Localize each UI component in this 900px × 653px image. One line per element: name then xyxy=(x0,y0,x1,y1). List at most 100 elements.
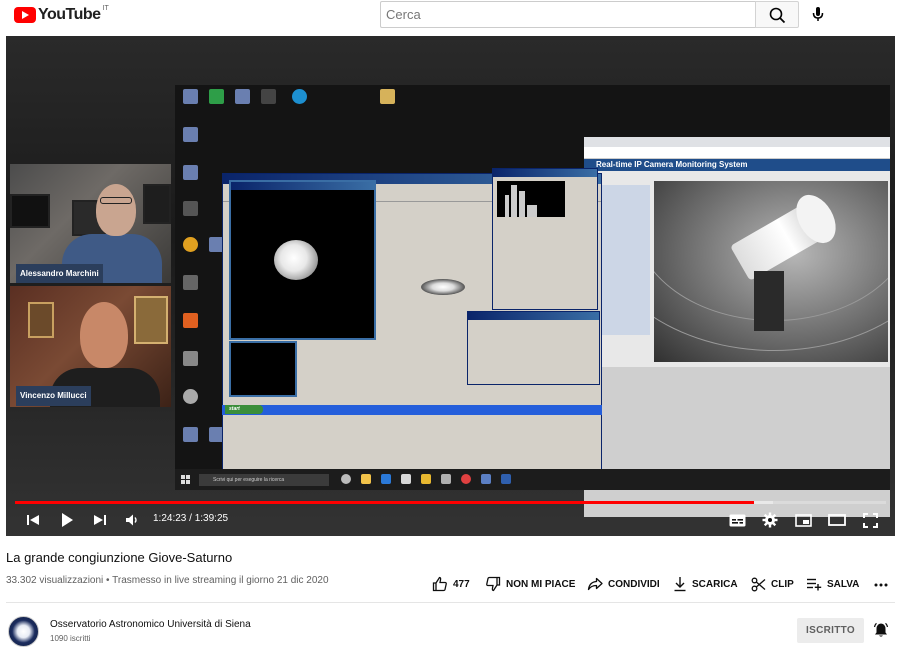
skip-previous-icon xyxy=(27,515,39,525)
xp-start-button: start xyxy=(225,405,263,414)
wall-picture xyxy=(10,194,50,228)
participant-name-tag: Alessandro Marchini xyxy=(16,264,103,283)
played-bar xyxy=(15,501,755,504)
search-icon xyxy=(769,7,786,24)
settings-button[interactable] xyxy=(759,508,781,532)
more-horizontal-icon xyxy=(874,583,888,587)
desktop-icon xyxy=(183,313,198,328)
video-meta: 33.302 visualizzazioni • Trasmesso in li… xyxy=(6,575,329,586)
channel-name[interactable]: Osservatorio Astronomico Università di S… xyxy=(50,619,251,630)
subtitles-icon xyxy=(729,514,745,526)
desktop-icon xyxy=(183,389,198,404)
bell-icon xyxy=(873,622,889,637)
voice-search-button[interactable] xyxy=(806,2,830,26)
desktop-icon xyxy=(209,89,224,104)
youtube-play-icon xyxy=(14,7,36,23)
image-window-small xyxy=(229,341,297,397)
notification-bell-button[interactable] xyxy=(873,622,889,638)
like-button[interactable]: 477 xyxy=(432,573,470,595)
divider xyxy=(6,602,895,603)
play-icon xyxy=(62,513,73,527)
taskbar-search-field: Scrivi qui per eseguire la ricerca xyxy=(199,474,329,486)
fullscreen-button[interactable] xyxy=(859,508,881,532)
share-button[interactable]: CONDIVIDI xyxy=(587,573,660,595)
desktop-icon xyxy=(183,351,198,366)
more-actions-button[interactable] xyxy=(872,578,890,592)
saturn-disc xyxy=(421,279,465,295)
time-display: 1:24:23 / 1:39:25 xyxy=(153,513,229,524)
image-window-title xyxy=(231,182,374,190)
wall-picture xyxy=(143,184,171,224)
taskbar-app-icon xyxy=(421,474,431,484)
play-button[interactable] xyxy=(56,508,78,532)
participant-webcam-2: Vincenzo Millucci xyxy=(10,286,171,407)
dislike-label: NON MI PIACE xyxy=(506,578,576,590)
download-label: SCARICA xyxy=(692,578,738,590)
previous-button[interactable] xyxy=(23,508,43,532)
windows-start-icon xyxy=(181,475,190,484)
subscribed-button[interactable]: ISCRITTO xyxy=(797,618,864,643)
volume-button[interactable] xyxy=(122,508,142,532)
desktop-icon xyxy=(183,427,198,442)
video-title: La grande congiunzione Giove-Saturno xyxy=(6,550,233,565)
taskbar-app-icon xyxy=(481,474,491,484)
xp-taskbar xyxy=(222,405,602,415)
search-box xyxy=(380,1,755,28)
histogram xyxy=(497,181,565,217)
camera-lower-area xyxy=(584,367,890,517)
camera-browser-url xyxy=(584,147,890,159)
desktop-icon xyxy=(183,237,198,252)
subtitles-button[interactable] xyxy=(725,508,749,532)
participant-name-tag: Vincenzo Millucci xyxy=(16,386,91,406)
save-label: SALVA xyxy=(827,578,860,590)
shared-screen: Real-time IP Camera Monitoring System st… xyxy=(175,85,890,517)
gear-icon xyxy=(762,512,778,528)
desktop-icon xyxy=(183,201,198,216)
desktop-icon xyxy=(235,89,250,104)
desktop-icon xyxy=(183,275,198,290)
save-button[interactable]: SALVA xyxy=(806,573,859,595)
next-button[interactable] xyxy=(90,508,110,532)
desktop-icon xyxy=(183,127,198,142)
dislike-button[interactable]: NON MI PIACE xyxy=(485,573,575,595)
youtube-watch-page: YouTube IT Cerca Real-time IP Camera Mon… xyxy=(0,0,900,653)
histogram-bar xyxy=(527,205,537,217)
desktop-icon xyxy=(183,89,198,104)
desktop-icon xyxy=(380,89,395,104)
jupiter-image-window xyxy=(229,180,376,340)
dialog-title xyxy=(468,312,599,320)
youtube-logo[interactable]: YouTube IT xyxy=(14,5,109,24)
taskbar-app-icon xyxy=(401,474,411,484)
glasses xyxy=(100,197,132,204)
edge-icon xyxy=(381,474,391,484)
clip-button[interactable]: CLIP xyxy=(751,573,794,595)
search-button[interactable] xyxy=(755,1,799,28)
camera-browser-tab xyxy=(584,137,890,147)
camera-control-dialog xyxy=(467,311,600,385)
desktop-icon xyxy=(261,89,276,104)
dome-camera-feed xyxy=(654,181,888,362)
fullscreen-icon xyxy=(862,512,878,528)
wall-picture xyxy=(28,302,54,338)
masthead: YouTube IT xyxy=(0,0,900,30)
taskview-icon xyxy=(341,474,351,484)
search-input[interactable] xyxy=(381,2,755,27)
playlist-add-icon xyxy=(807,578,822,591)
theater-mode-icon xyxy=(828,514,846,526)
download-button[interactable]: SCARICA xyxy=(673,573,738,595)
progress-bar[interactable] xyxy=(15,501,886,504)
skip-next-icon xyxy=(94,515,106,525)
subscriber-count: 1090 iscritti xyxy=(50,634,91,643)
video-player[interactable]: Real-time IP Camera Monitoring System st… xyxy=(6,36,895,536)
miniplayer-button[interactable] xyxy=(792,508,814,532)
channel-avatar[interactable] xyxy=(8,616,39,647)
theater-mode-button[interactable] xyxy=(826,508,848,532)
desktop-icon xyxy=(183,165,198,180)
jupiter-disc xyxy=(274,240,318,280)
microphone-icon xyxy=(812,7,824,21)
participant-head xyxy=(80,302,128,368)
histogram-bar xyxy=(519,191,525,217)
clip-label: CLIP xyxy=(771,578,794,590)
telescope-mount xyxy=(754,271,784,331)
explorer-icon xyxy=(361,474,371,484)
